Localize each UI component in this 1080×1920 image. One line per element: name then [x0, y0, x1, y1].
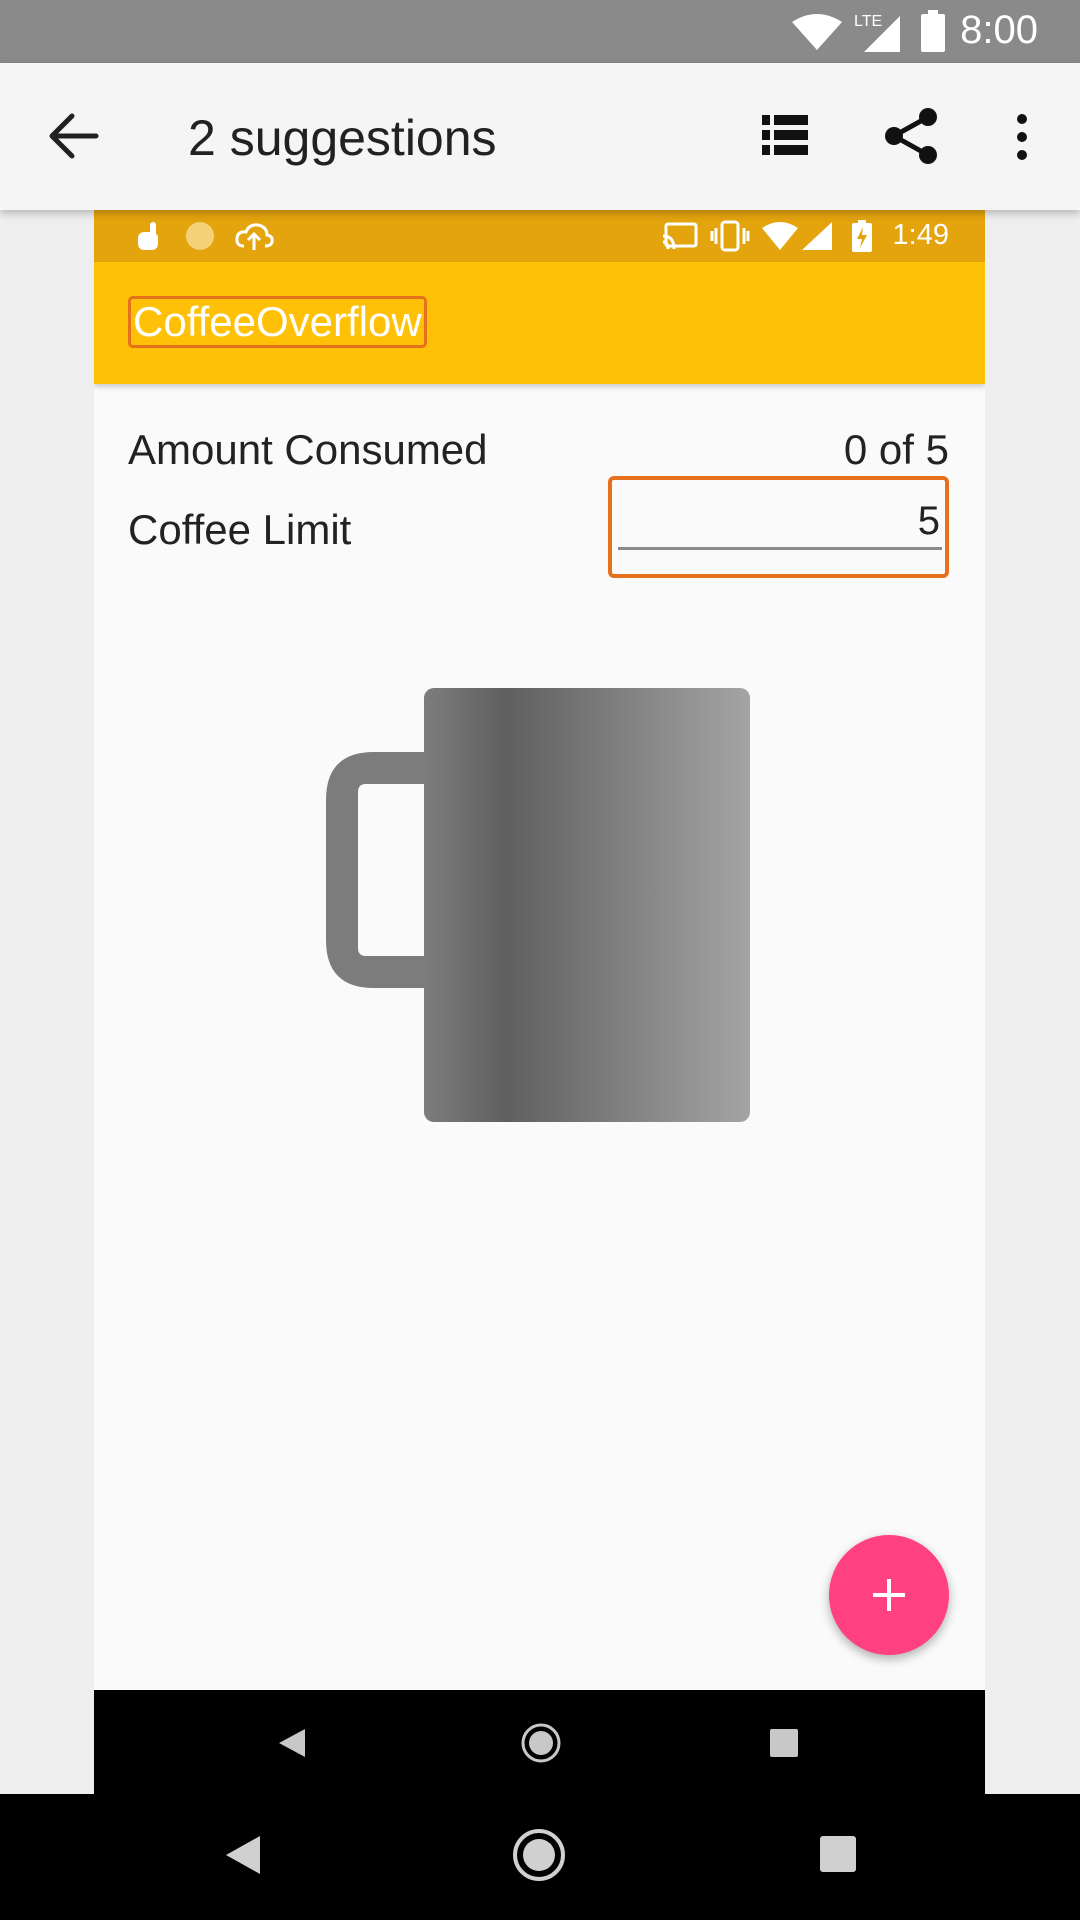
home-icon[interactable]: [512, 1828, 566, 1882]
inner-wifi-icon: [762, 222, 798, 250]
suggestions-app-bar: 2 suggestions: [0, 63, 1080, 210]
device-navigation-bar: [0, 1794, 1080, 1920]
wifi-icon: [792, 14, 842, 50]
back-icon[interactable]: [224, 1834, 262, 1876]
app-title: CoffeeOverflow: [128, 296, 427, 348]
network-label: LTE: [854, 13, 882, 30]
app-navigation-bar: [94, 1690, 985, 1794]
coffee-mug-icon: [326, 688, 750, 1122]
more-options-icon[interactable]: [1010, 113, 1034, 161]
add-coffee-button[interactable]: [829, 1535, 949, 1655]
share-icon[interactable]: [884, 107, 940, 165]
amount-consumed-value: 0 of 5: [843, 426, 949, 473]
cell-signal-icon: LTE: [854, 13, 900, 52]
inner-signal-icon: [802, 222, 832, 250]
amount-consumed-label: Amount Consumed: [128, 426, 488, 473]
page-title: 2 suggestions: [188, 110, 497, 166]
device-clock: 8:00: [960, 8, 1038, 52]
coffee-limit-label: Coffee Limit: [128, 506, 352, 553]
back-arrow-icon[interactable]: [46, 111, 100, 161]
recents-icon[interactable]: [820, 1836, 856, 1872]
app-status-bar: 1:49: [94, 210, 985, 262]
app-clock: 1:49: [892, 219, 949, 251]
coffee-limit-input[interactable]: [618, 496, 942, 550]
coffee-app-bar: CoffeeOverflow: [94, 262, 985, 384]
battery-icon: [921, 10, 945, 52]
coffee-limit-highlight: [608, 476, 949, 578]
list-view-icon[interactable]: [760, 113, 810, 157]
sun-notification-icon: [186, 222, 214, 250]
vibrate-icon: [710, 220, 750, 252]
app-screenshot: 1:49 CoffeeOverflow Amount Consumed 0 of…: [94, 210, 985, 1794]
cloud-upload-icon: [235, 223, 274, 250]
device-status-bar: LTE 8:00: [0, 0, 1080, 63]
charging-battery-icon: [852, 220, 872, 252]
inner-home-icon[interactable]: [520, 1722, 562, 1764]
hand-notification-icon: [138, 222, 158, 250]
inner-back-icon[interactable]: [277, 1728, 307, 1758]
cast-icon: [662, 222, 698, 250]
inner-recents-icon[interactable]: [770, 1729, 798, 1757]
plus-icon: [873, 1579, 905, 1611]
